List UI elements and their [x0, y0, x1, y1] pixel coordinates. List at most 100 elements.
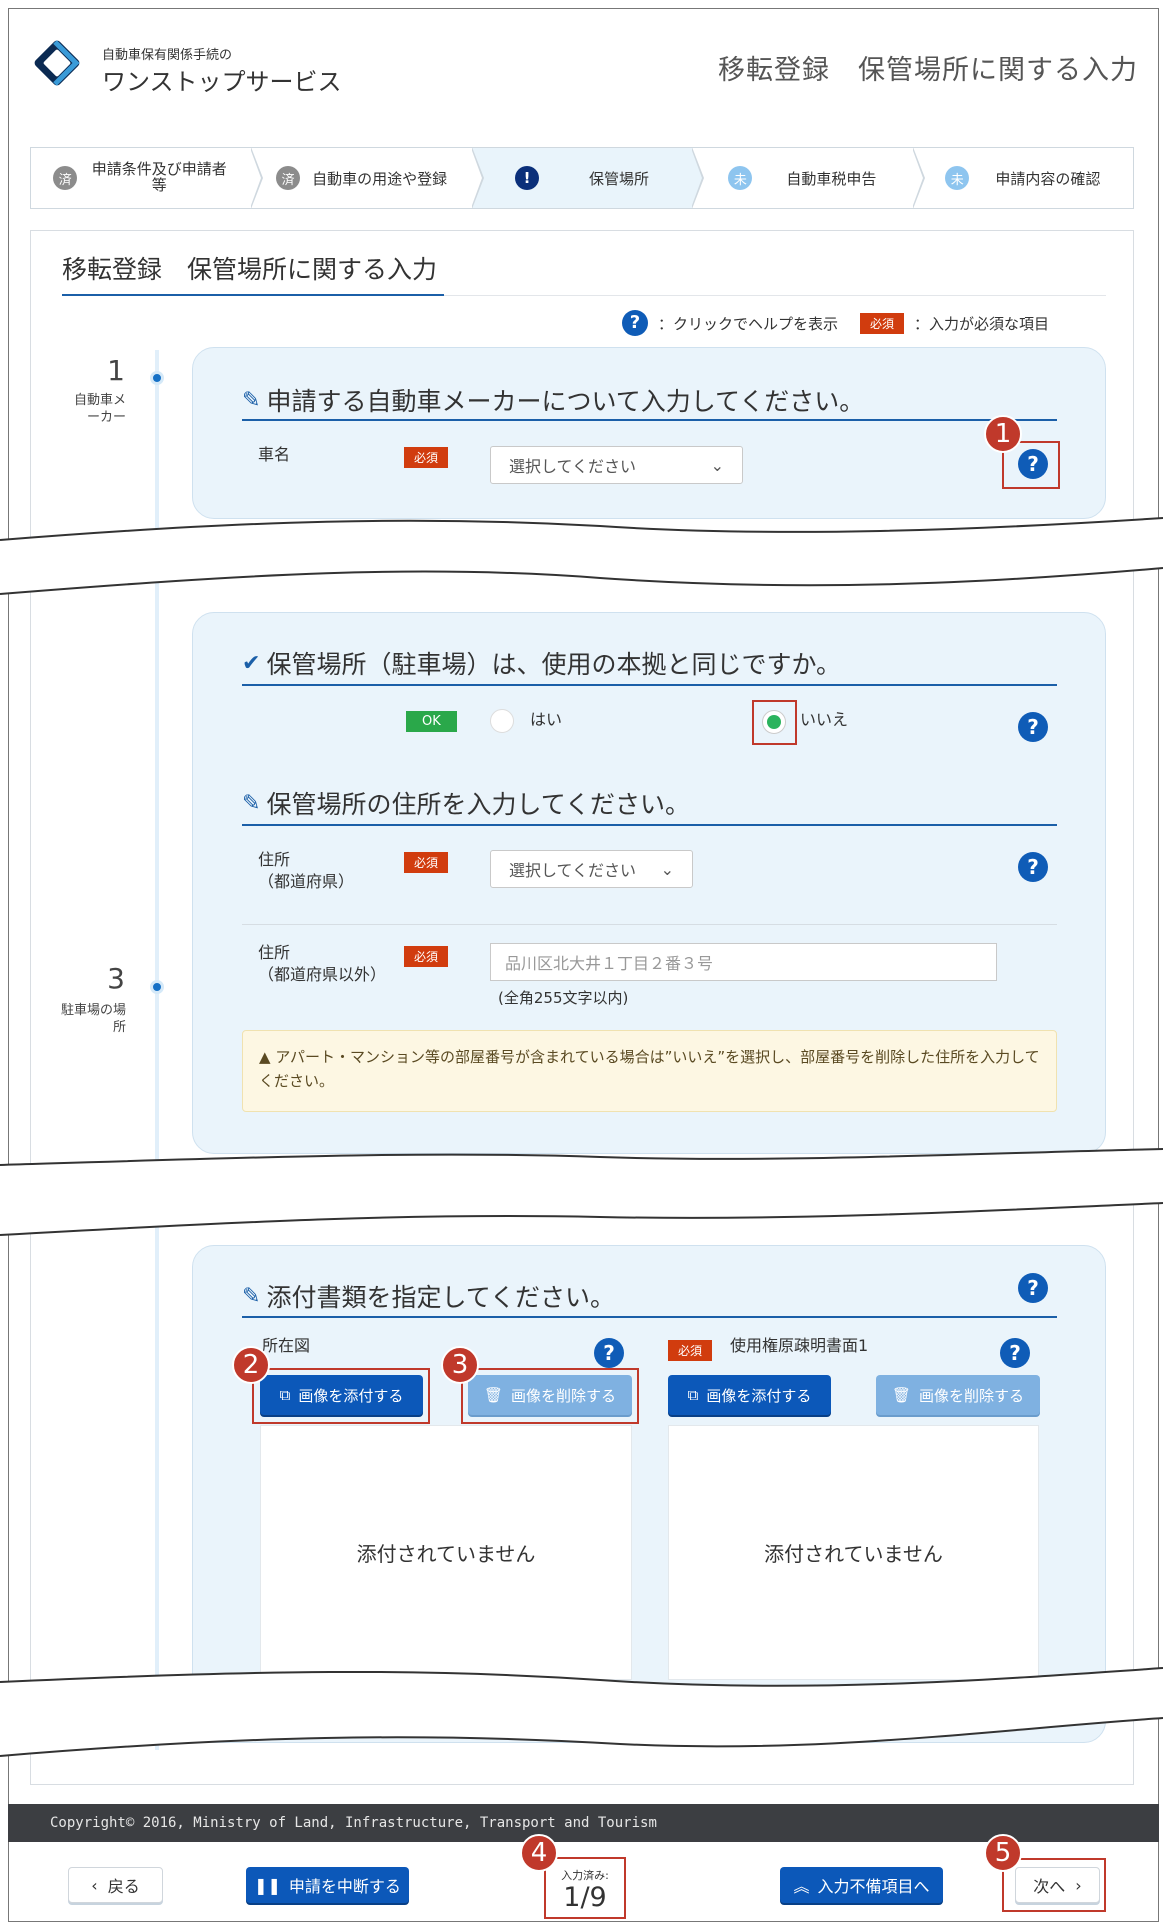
progress-stepper: 済 申請条件及び申請者等 済 自動車の用途や登録 ! 保管場所 未 自動車税申告…: [30, 147, 1134, 209]
warning-icon: ▲: [259, 1048, 271, 1066]
required-badge: 必須: [404, 852, 449, 873]
heading-underline: [242, 684, 1057, 686]
button-label: 画像を削除する: [919, 1386, 1025, 1405]
image-dropzone[interactable]: 添付されていません: [260, 1425, 632, 1680]
attachment-heading-text: 添付書類を指定してください。: [266, 1283, 615, 1312]
maker-heading-text: 申請する自動車メーカーについて入力してください。: [266, 387, 865, 416]
heading-underline: [242, 419, 1057, 421]
address-placeholder: 品川区北大井１丁目２番３号: [505, 954, 714, 973]
help-icon[interactable]: ?: [1018, 852, 1048, 882]
back-button[interactable]: ‹ 戻る: [68, 1867, 163, 1903]
step-confirm[interactable]: 未 申請内容の確認: [913, 148, 1133, 208]
required-badge: 必須: [404, 447, 449, 468]
image-dropzone[interactable]: 添付されていません: [668, 1425, 1039, 1680]
required-badge: 必須: [404, 946, 449, 967]
callout-badge: 5: [984, 1834, 1022, 1872]
heading-underline: [242, 1316, 1057, 1318]
attachment-heading: ✎ 添付書類を指定してください。: [242, 1278, 615, 1314]
done-icon: 済: [276, 166, 301, 190]
empty-text: 添付されていません: [356, 1542, 536, 1566]
button-label: 次へ: [1033, 1877, 1066, 1896]
step-label: 駐車場の場所: [60, 1003, 126, 1035]
button-label: 画像を添付する: [706, 1386, 812, 1405]
delete-image-button[interactable]: 🗑 画像を削除する: [468, 1375, 632, 1415]
select-value: 選択してください: [509, 457, 637, 476]
warning-box: ▲ アパート・マンション等の部屋番号が含まれている場合は”いいえ”を選択し、部屋…: [242, 1030, 1057, 1112]
counter-label: 入力済み:: [561, 1869, 609, 1882]
edit-icon: ✎: [242, 790, 261, 816]
step-label: 自動車メーカー: [73, 393, 126, 425]
maker-heading: ✎ 申請する自動車メーカーについて入力してください。: [242, 382, 864, 418]
step-number: 3: [107, 962, 125, 995]
step-label: 保管場所: [589, 169, 650, 188]
step-auto-tax[interactable]: 未 自動車税申告: [692, 147, 926, 209]
doc2-label: 使用権原疎明書面1: [730, 1336, 869, 1355]
callout-badge: 1: [984, 415, 1022, 453]
warning-text: アパート・マンション等の部屋番号が含まれている場合は”いいえ”を選択し、部屋番号…: [259, 1048, 1040, 1090]
legend-help-text: ：クリックでヘルプを表示: [658, 314, 839, 333]
trash-icon: 🗑: [483, 1386, 504, 1404]
step-applicant[interactable]: 済 申請条件及び申請者等: [31, 147, 264, 209]
attach-image-button[interactable]: ⧉ 画像を添付する: [260, 1375, 423, 1415]
radio-no-label[interactable]: いいえ: [800, 709, 848, 731]
button-label: 画像を削除する: [511, 1386, 617, 1405]
address-label: 住所 （都道府県以外）: [258, 942, 386, 987]
pref-label-line: 住所: [258, 850, 291, 869]
copy-icon: ⧉: [279, 1386, 291, 1404]
callout-badge: 4: [520, 1834, 558, 1872]
divider: [242, 924, 1057, 925]
help-icon[interactable]: ?: [1018, 1273, 1048, 1303]
done-icon: 済: [53, 166, 78, 190]
next-button[interactable]: 次へ ›: [1015, 1867, 1100, 1903]
legend-required-text: ：入力が必須な項目: [914, 314, 1050, 333]
page-break: [0, 1667, 1163, 1757]
pref-label: 住所 （都道府県）: [258, 849, 354, 894]
delete-image-button[interactable]: 🗑 画像を削除する: [876, 1375, 1040, 1415]
page-header-title: 移転登録 保管場所に関する入力: [718, 55, 1138, 86]
copy-icon: ⧉: [687, 1386, 699, 1404]
heading-underline: [242, 824, 1057, 826]
car-name-select[interactable]: 選択してください ⌄: [490, 446, 743, 484]
help-icon[interactable]: ?: [594, 1338, 624, 1368]
help-icon[interactable]: ?: [1000, 1338, 1030, 1368]
address-heading-text: 保管場所の住所を入力してください。: [266, 790, 690, 819]
address-input[interactable]: 品川区北大井１丁目２番３号: [490, 943, 997, 981]
ok-badge: OK: [406, 711, 457, 732]
logo-subtitle: 自動車保有関係手続の: [102, 48, 233, 63]
step-label: 申請内容の確認: [995, 169, 1101, 188]
help-icon[interactable]: ?: [1018, 712, 1048, 742]
timeline-dot: [150, 371, 164, 385]
help-icon[interactable]: ?: [1018, 449, 1048, 479]
prefecture-select[interactable]: 選択してください ⌄: [490, 850, 693, 888]
button-label: 画像を添付する: [298, 1386, 404, 1405]
address-label-line: （都道府県以外）: [258, 965, 387, 985]
doc1-label: 所在図: [262, 1336, 311, 1355]
radio-no[interactable]: [762, 710, 786, 734]
suspend-button[interactable]: ❚❚ 申請を中断する: [246, 1867, 409, 1903]
button-label: 入力不備項目へ: [817, 1877, 930, 1896]
help-icon: ?: [622, 310, 648, 336]
edit-icon: ✎: [242, 387, 261, 413]
timeline-dot: [150, 980, 164, 994]
step-storage[interactable]: ! 保管場所: [471, 147, 705, 209]
divider: [444, 295, 1106, 296]
step-vehicle-use[interactable]: 済 自動車の用途や登録: [251, 147, 485, 209]
chevron-down-icon: ⌄: [710, 455, 724, 475]
callout-badge: 2: [232, 1346, 270, 1384]
attach-image-button[interactable]: ⧉ 画像を添付する: [668, 1375, 831, 1415]
maker-panel: [192, 347, 1106, 519]
incomplete-items-button[interactable]: ︽ 入力不備項目へ: [780, 1867, 943, 1903]
address-hint: (全角255文字以内): [498, 989, 629, 1007]
copyright-bar: Copyright© 2016, Ministry of Land, Infra…: [8, 1804, 1159, 1842]
step-label: 自動車の用途や登録: [312, 169, 448, 188]
chevron-right-icon: ›: [1075, 1875, 1082, 1895]
pref-label-line: （都道府県）: [258, 872, 355, 892]
step-label: 申請条件及び申請者等: [91, 160, 227, 194]
chevron-double-up-icon: ︽: [793, 1877, 810, 1896]
callout-badge: 3: [441, 1346, 479, 1384]
edit-icon: ✎: [242, 1283, 261, 1309]
pause-icon: ❚❚: [254, 1875, 281, 1895]
radio-yes[interactable]: [490, 709, 514, 733]
required-badge: 必須: [668, 1340, 713, 1361]
radio-yes-label[interactable]: はい: [530, 709, 562, 731]
